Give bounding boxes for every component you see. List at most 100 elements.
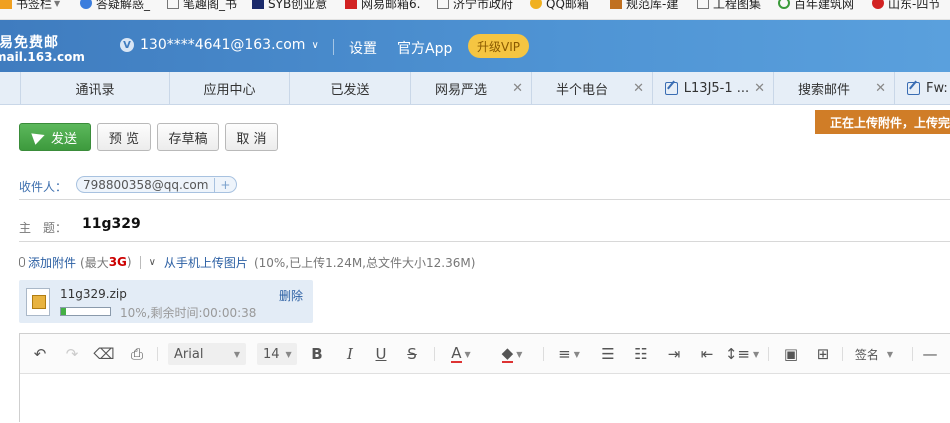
bookmark-item[interactable]: SYB创业意 xyxy=(252,0,327,13)
page-icon xyxy=(167,0,179,9)
subject-label: 主 题： xyxy=(19,221,68,235)
add-recipient-icon[interactable]: + xyxy=(214,177,230,192)
line-height-icon[interactable]: ↕≡ ▼ xyxy=(725,344,759,364)
close-icon[interactable]: ✕ xyxy=(875,81,886,96)
bookmark-item[interactable]: 笔趣阁_书 xyxy=(167,0,237,13)
bookmark-icon xyxy=(80,0,92,9)
format-painter-icon[interactable]: ⎙ xyxy=(127,344,147,364)
send-button[interactable]: 发送 xyxy=(19,123,91,151)
tab-inbox[interactable] xyxy=(0,72,21,105)
tab-radio[interactable]: 半个电台 ✕ xyxy=(532,72,653,105)
account-email: 130****4641@163.com xyxy=(140,37,306,53)
paper-plane-icon xyxy=(31,129,47,145)
italic-icon[interactable]: I xyxy=(340,344,360,364)
divider xyxy=(768,347,769,361)
compose-icon xyxy=(664,82,678,95)
bookmark-item[interactable]: QQ邮箱 xyxy=(530,0,589,13)
progress-fill xyxy=(61,308,66,315)
upload-progress-bar xyxy=(60,307,111,316)
tab-compose-l13j5[interactable]: L13J5-1 ... ✕ xyxy=(653,72,774,105)
vip-v-icon: V xyxy=(120,38,134,52)
table-icon[interactable]: ⊞ xyxy=(812,344,834,364)
mail-header: 网易免费邮 mail.163.com V 130****4641@163.com… xyxy=(0,20,950,72)
delete-attachment-link[interactable]: 删除 xyxy=(279,287,303,304)
page-icon xyxy=(437,0,449,9)
tab-compose-fw[interactable]: Fw: xyxy=(895,72,950,105)
bullet-list-icon[interactable]: ☰ xyxy=(597,344,619,364)
compose-icon xyxy=(907,82,920,95)
recipient-address: 798800358@qq.com xyxy=(83,177,209,192)
divider xyxy=(19,241,950,242)
chevron-down-icon: ▼ xyxy=(233,349,240,359)
strikethrough-icon[interactable]: S xyxy=(402,344,422,364)
attachment-item: 11g329.zip 删除 10%,剩余时间:00:00:38 xyxy=(19,280,313,323)
bookmarks-bar: 书签栏 ▼ 答疑解惑_ 笔趣阁_书 SYB创业意 网易邮箱6. 济宁市政府 QQ邮… xyxy=(0,0,950,20)
horizontal-rule-icon[interactable]: — xyxy=(920,344,940,364)
logo-domain[interactable]: mail.163.com xyxy=(0,50,85,64)
bookmark-item[interactable]: 工程图集 xyxy=(697,0,761,13)
tab-search-mail[interactable]: 搜索邮件 ✕ xyxy=(774,72,895,105)
qq-mail-icon xyxy=(530,0,542,9)
max-size-value: 3G xyxy=(108,255,127,269)
outdent-icon[interactable]: ⇤ xyxy=(696,344,718,364)
tab-yanxuan[interactable]: 网易严选 ✕ xyxy=(411,72,532,105)
eraser-icon[interactable]: ⌫ xyxy=(93,344,114,364)
bold-icon[interactable]: B xyxy=(307,344,327,364)
highlight-color-icon[interactable]: ◆ ▼ xyxy=(495,344,529,364)
chevron-down-icon[interactable]: ∨ xyxy=(149,257,156,268)
editor-body[interactable] xyxy=(20,374,950,423)
tab-sent[interactable]: 已发送 xyxy=(290,72,411,105)
upgrade-vip-button[interactable]: 升级VIP xyxy=(468,34,529,58)
official-app-link[interactable]: 官方App xyxy=(397,38,452,58)
settings-link[interactable]: 设置 xyxy=(349,38,377,58)
close-icon[interactable]: ✕ xyxy=(512,81,523,96)
editor-toolbar: ↶ ↷ ⌫ ⎙ Arial ▼ 14 ▼ B I U S A ▼ ◆ ▼ ≡ ▼ ☰ ☷ … xyxy=(20,334,950,374)
tab-app-center[interactable]: 应用中心 xyxy=(170,72,290,105)
bookmark-item[interactable]: 百年建筑网 xyxy=(778,0,854,13)
add-attachment-link[interactable]: 添加附件 xyxy=(28,254,76,271)
bookmark-item[interactable]: 答疑解惑_ xyxy=(80,0,150,13)
mail-editor: ↶ ↷ ⌫ ⎙ Arial ▼ 14 ▼ B I U S A ▼ ◆ ▼ ≡ ▼ ☰ ☷ … xyxy=(19,333,950,423)
undo-icon[interactable]: ↶ xyxy=(30,344,50,364)
upload-progress-status: 10%,剩余时间:00:00:38 xyxy=(120,306,257,320)
divider xyxy=(842,347,843,361)
logo-title[interactable]: 网易免费邮 xyxy=(0,32,59,52)
subject-input[interactable]: 11g329 xyxy=(82,216,141,232)
max-size-prefix: (最大 xyxy=(80,255,109,270)
font-family-select[interactable]: Arial ▼ xyxy=(168,343,246,365)
divider xyxy=(543,347,544,361)
zip-file-icon xyxy=(26,288,50,316)
align-icon[interactable]: ≡ ▼ xyxy=(554,344,584,364)
divider xyxy=(157,347,158,361)
close-icon[interactable]: ✕ xyxy=(633,81,644,96)
recipient-chip[interactable]: 798800358@qq.com + xyxy=(76,176,238,193)
account-menu[interactable]: V 130****4641@163.com ∨ xyxy=(120,37,319,53)
save-draft-button[interactable]: 存草稿 xyxy=(157,123,219,151)
underline-icon[interactable]: U xyxy=(371,344,391,364)
indent-icon[interactable]: ⇥ xyxy=(663,344,685,364)
chevron-down-icon: ▼ xyxy=(54,0,61,8)
bookmark-item[interactable]: 网易邮箱6. xyxy=(345,0,420,13)
preview-button[interactable]: 预 览 xyxy=(97,123,151,151)
cancel-button[interactable]: 取 消 xyxy=(225,123,278,151)
close-icon[interactable]: ✕ xyxy=(754,81,765,96)
tab-bar: 通讯录 应用中心 已发送 网易严选 ✕ 半个电台 ✕ L13J5-1 ... ✕ 搜索… xyxy=(0,72,950,105)
image-icon[interactable]: ▣ xyxy=(780,344,802,364)
redo-icon[interactable]: ↷ xyxy=(62,344,82,364)
paperclip-icon xyxy=(19,257,25,267)
bookmark-item[interactable]: 济宁市政府 xyxy=(437,0,513,13)
numbered-list-icon[interactable]: ☷ xyxy=(630,344,652,364)
divider xyxy=(139,255,141,269)
tab-contacts[interactable]: 通讯录 xyxy=(21,72,170,105)
divider xyxy=(912,347,913,361)
font-color-icon[interactable]: A ▼ xyxy=(446,344,476,364)
chevron-down-icon: ∨ xyxy=(311,39,319,51)
font-size-select[interactable]: 14 ▼ xyxy=(257,343,297,365)
signature-menu[interactable]: 签名 ▼ xyxy=(850,344,898,364)
bookmark-item[interactable]: 山东-四节 xyxy=(872,0,940,13)
syb-icon xyxy=(252,0,264,9)
phone-upload-link[interactable]: 从手机上传图片 xyxy=(164,254,248,271)
bookmark-item[interactable]: 书签栏 ▼ xyxy=(0,0,60,13)
folder-icon xyxy=(0,0,12,9)
bookmark-item[interactable]: 规范库-建 xyxy=(610,0,678,13)
